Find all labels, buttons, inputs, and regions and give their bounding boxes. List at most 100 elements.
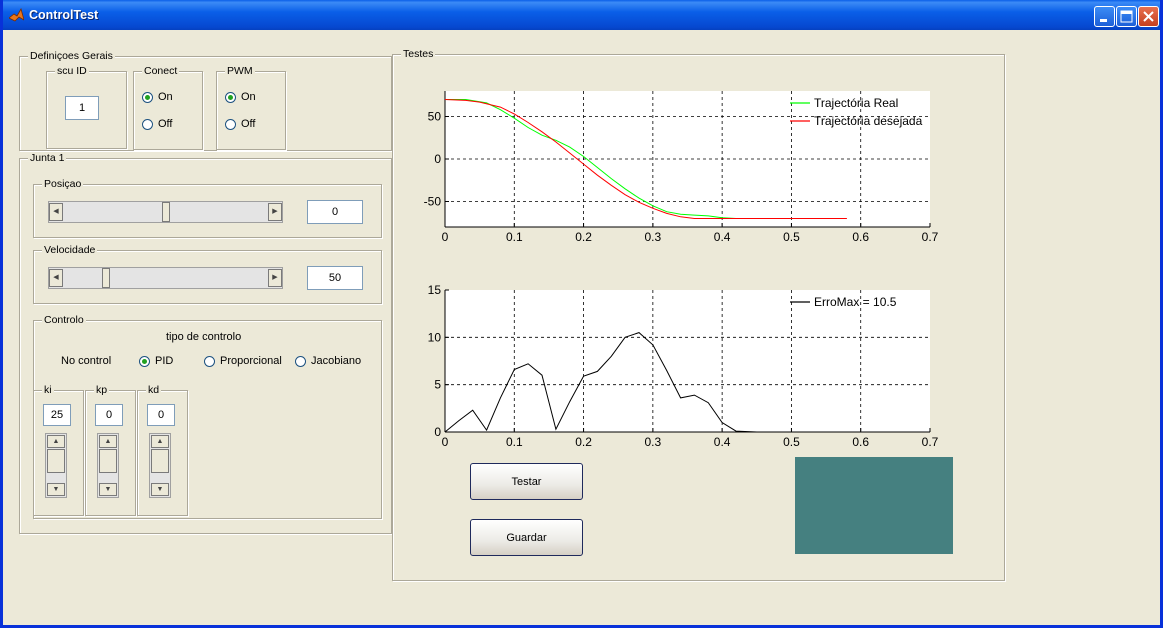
ki-spinner-thumb[interactable] — [47, 449, 65, 473]
y-tick-label: -50 — [424, 195, 442, 209]
pwm-off-radio[interactable]: Off — [225, 118, 255, 130]
spinner-down-arrow-icon[interactable]: ▼ — [99, 483, 117, 496]
pwm-on-label: On — [241, 91, 256, 103]
controlo-label: Controlo — [42, 314, 86, 326]
conect-off-radio[interactable]: Off — [142, 118, 172, 130]
x-tick-label: 0 — [442, 435, 449, 449]
x-tick-label: 0.5 — [783, 435, 800, 449]
scu-id-panel: scu ID 1 — [46, 65, 127, 149]
trajectory-chart: 0 0.1 0.2 0.3 0.4 0.5 0.6 0.7 50 0 -50 Trajectória … — [424, 91, 939, 244]
x-tick-label: 0.1 — [506, 230, 523, 244]
junta-label: Junta 1 — [28, 152, 67, 164]
guardar-button[interactable]: Guardar — [470, 519, 583, 556]
posicao-field[interactable]: 0 — [307, 200, 363, 224]
pid-radio[interactable]: PID — [139, 355, 173, 367]
conect-label: Conect — [142, 65, 180, 77]
close-icon — [1143, 11, 1154, 22]
y-tick-label: 5 — [434, 378, 441, 392]
slider-right-arrow-icon[interactable]: ▶ — [268, 203, 282, 221]
spinner-up-arrow-icon[interactable]: ▲ — [99, 435, 117, 448]
x-tick-label: 0.5 — [783, 230, 800, 244]
legend-label: Trajectória Real — [814, 96, 898, 110]
pid-label: PID — [155, 355, 174, 367]
minimize-button[interactable] — [1094, 6, 1115, 27]
app-window: ControlTest Definiçoes Gerais scu ID 1 C… — [0, 0, 1163, 628]
kd-label: kd — [146, 384, 162, 396]
x-tick-label: 0.2 — [575, 230, 592, 244]
radio-unselected-icon — [225, 118, 236, 130]
kp-spinner[interactable]: ▲ ▼ — [97, 433, 119, 498]
y-tick-label: 0 — [434, 425, 441, 439]
spinner-down-arrow-icon[interactable]: ▼ — [151, 483, 169, 496]
conect-panel: Conect On Off — [133, 65, 203, 150]
velocidade-slider-thumb[interactable] — [102, 268, 111, 288]
x-tick-label: 0.4 — [714, 230, 731, 244]
tipo-controlo-label: tipo de controlo — [166, 331, 242, 343]
velocidade-label: Velocidade — [42, 244, 98, 256]
ki-spinner[interactable]: ▲ ▼ — [45, 433, 67, 498]
y-tick-label: 15 — [428, 283, 442, 297]
velocidade-field[interactable]: 50 — [307, 266, 363, 290]
posicao-slider-thumb[interactable] — [161, 202, 170, 222]
y-tick-label: 50 — [428, 110, 442, 124]
radio-selected-icon — [142, 91, 153, 103]
minimize-icon — [1100, 19, 1107, 22]
slider-right-arrow-icon[interactable]: ▶ — [268, 269, 282, 287]
ki-field[interactable]: 25 — [43, 404, 71, 426]
pwm-on-radio[interactable]: On — [225, 91, 256, 103]
spinner-up-arrow-icon[interactable]: ▲ — [151, 435, 169, 448]
x-tick-label: 0.3 — [645, 230, 662, 244]
plot-area — [445, 290, 930, 432]
x-tick-label: 0.6 — [852, 435, 869, 449]
posicao-panel: Posiçao ◀ ▶ 0 — [33, 178, 382, 238]
close-button[interactable] — [1138, 6, 1159, 27]
x-tick-label: 0.7 — [922, 435, 939, 449]
y-tick-label: 10 — [428, 330, 442, 344]
no-control-label: No control — [61, 355, 112, 367]
conect-on-radio[interactable]: On — [142, 91, 173, 103]
radio-selected-icon — [225, 91, 236, 103]
scu-id-field[interactable]: 1 — [65, 96, 99, 120]
velocidade-slider[interactable]: ◀ ▶ — [48, 267, 283, 289]
slider-left-arrow-icon[interactable]: ◀ — [49, 269, 63, 287]
velocidade-panel: Velocidade ◀ ▶ 50 — [33, 244, 382, 304]
proporcional-radio[interactable]: Proporcional — [204, 355, 282, 367]
status-indicator-panel — [795, 457, 953, 554]
ki-label: ki — [42, 384, 54, 396]
radio-unselected-icon — [204, 355, 215, 367]
x-tick-label: 0.6 — [852, 230, 869, 244]
testar-button[interactable]: Testar — [470, 463, 583, 500]
slider-left-arrow-icon[interactable]: ◀ — [49, 203, 63, 221]
spinner-up-arrow-icon[interactable]: ▲ — [47, 435, 65, 448]
maximize-button[interactable] — [1116, 6, 1137, 27]
y-tick-label: 0 — [434, 152, 441, 166]
x-tick-label: 0.7 — [922, 230, 939, 244]
kp-spinner-thumb[interactable] — [99, 449, 117, 473]
conect-on-label: On — [158, 91, 173, 103]
posicao-label: Posiçao — [42, 178, 84, 190]
kd-spinner[interactable]: ▲ ▼ — [149, 433, 171, 498]
ki-panel: ki 25 ▲ ▼ — [33, 384, 84, 516]
legend-label: ErroMax = 10.5 — [814, 295, 897, 309]
x-tick-label: 0 — [442, 230, 449, 244]
kd-field[interactable]: 0 — [147, 404, 175, 426]
kd-panel: kd 0 ▲ ▼ — [137, 384, 188, 516]
radio-unselected-icon — [295, 355, 306, 367]
spinner-down-arrow-icon[interactable]: ▼ — [47, 483, 65, 496]
x-tick-label: 0.2 — [575, 435, 592, 449]
pwm-off-label: Off — [241, 118, 256, 130]
kp-field[interactable]: 0 — [95, 404, 123, 426]
matlab-icon — [9, 8, 24, 22]
x-tick-label: 0.1 — [506, 435, 523, 449]
legend-label: Trajectória desejada — [814, 114, 923, 128]
kd-spinner-thumb[interactable] — [151, 449, 169, 473]
title-bar[interactable]: ControlTest — [3, 0, 1160, 30]
x-tick-label: 0.4 — [714, 435, 731, 449]
posicao-slider[interactable]: ◀ ▶ — [48, 201, 283, 223]
jacobiano-radio[interactable]: Jacobiano — [295, 355, 361, 367]
window-title: ControlTest — [29, 8, 99, 22]
jacobiano-label: Jacobiano — [311, 355, 362, 367]
pwm-panel: PWM On Off — [216, 65, 286, 150]
testes-label: Testes — [401, 48, 436, 60]
conect-off-label: Off — [158, 118, 173, 130]
